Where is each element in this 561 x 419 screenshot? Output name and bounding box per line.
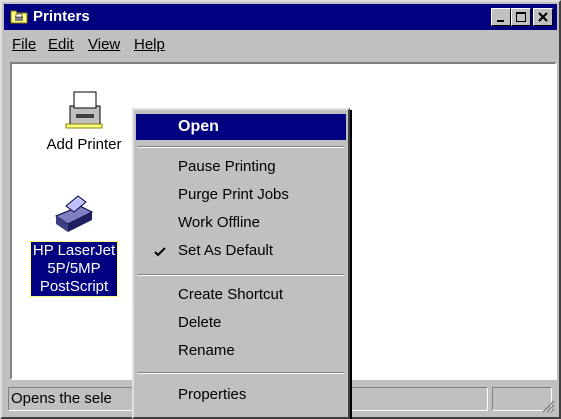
minimize-button[interactable]: [491, 8, 511, 26]
minimize-icon: [497, 20, 504, 22]
printers-folder-icon: [10, 10, 28, 24]
maximize-icon: [516, 12, 526, 22]
menu-item-open[interactable]: Open: [136, 114, 346, 140]
context-menu: Open Pause Printing Purge Print Jobs Wor…: [132, 108, 350, 419]
menu-item-create-shortcut[interactable]: Create Shortcut: [136, 282, 346, 308]
menu-item-purge-print-jobs[interactable]: Purge Print Jobs: [136, 182, 346, 208]
menu-separator: [138, 146, 344, 148]
menu-edit[interactable]: Edit: [48, 36, 74, 53]
menu-item-properties[interactable]: Properties: [136, 382, 346, 408]
menu-item-work-offline[interactable]: Work Offline: [136, 210, 346, 236]
close-icon: [538, 12, 548, 22]
printer-label-line1: HP LaserJet: [32, 242, 116, 259]
menu-view[interactable]: View: [88, 36, 120, 53]
add-printer-item[interactable]: Add Printer: [34, 84, 134, 154]
resize-grip-icon[interactable]: [541, 399, 555, 413]
maximize-button[interactable]: [511, 8, 531, 26]
add-printer-label: Add Printer: [46, 136, 122, 153]
printer-icon: [54, 195, 94, 232]
menu-item-rename[interactable]: Rename: [136, 338, 346, 364]
title-bar[interactable]: Printers: [4, 4, 557, 30]
checkmark-icon: [154, 247, 166, 257]
add-printer-icon: [65, 91, 103, 129]
menu-separator: [138, 274, 344, 276]
close-button[interactable]: [533, 8, 553, 26]
menu-file[interactable]: File: [12, 36, 36, 53]
menu-item-set-as-default[interactable]: Set As Default: [136, 238, 346, 264]
menu-bar: File Edit View Help: [4, 32, 557, 58]
printer-label-line3: PostScript: [39, 278, 109, 295]
menu-help[interactable]: Help: [134, 36, 165, 53]
printer-item-hp-laserjet[interactable]: HP LaserJet 5P/5MP PostScript: [12, 192, 136, 297]
menu-separator: [138, 372, 344, 374]
menu-item-delete[interactable]: Delete: [136, 310, 346, 336]
printer-label-line2: 5P/5MP: [47, 260, 101, 277]
window-title: Printers: [33, 8, 90, 25]
menu-item-pause-printing[interactable]: Pause Printing: [136, 154, 346, 180]
